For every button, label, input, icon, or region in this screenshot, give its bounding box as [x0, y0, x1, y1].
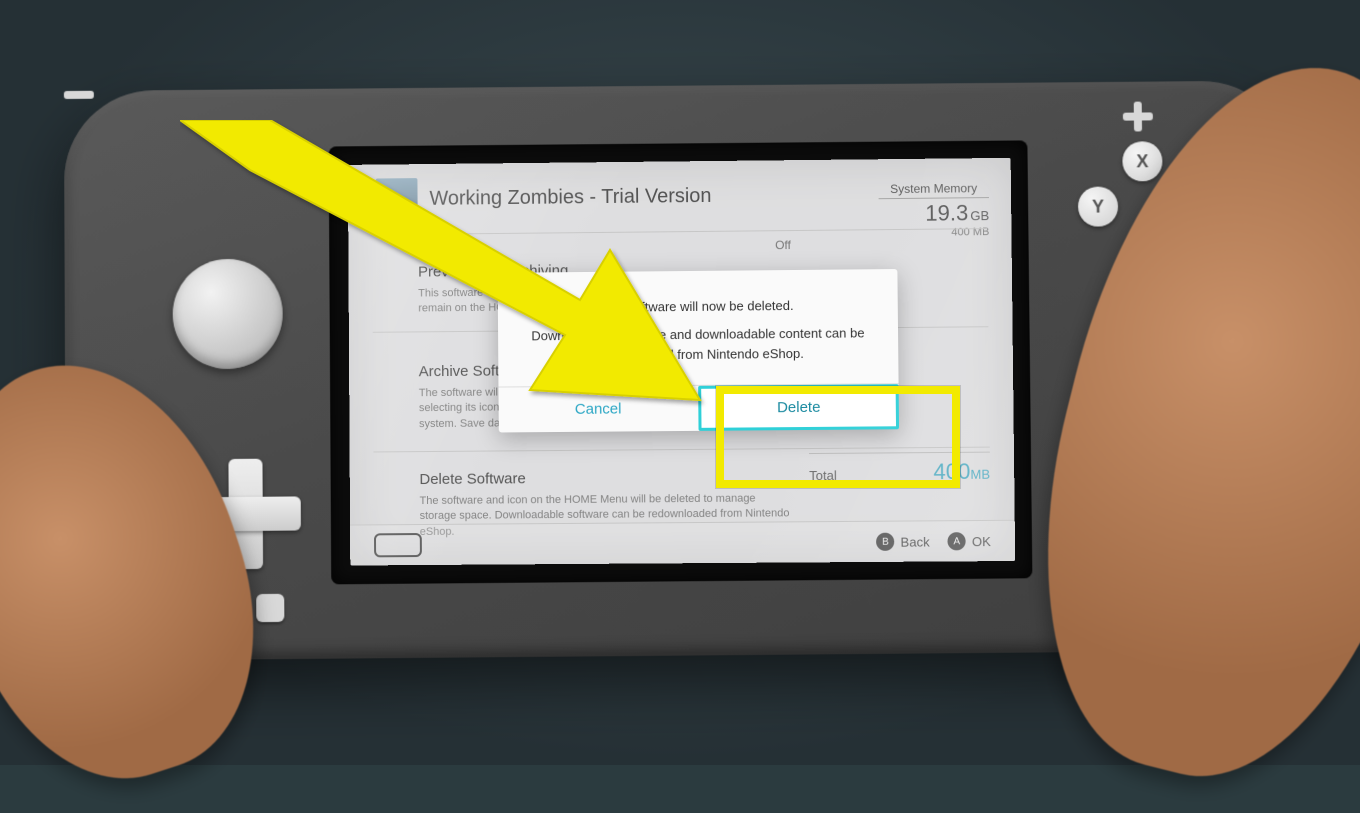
delete-confirm-dialog: The software will now be deleted. Downlo…: [498, 269, 899, 433]
minus-button[interactable]: [64, 91, 94, 99]
y-button[interactable]: Y: [1078, 186, 1118, 226]
left-stick[interactable]: [172, 259, 283, 370]
dialog-body: The software will now be deleted. Downlo…: [498, 269, 899, 387]
x-button[interactable]: X: [1122, 141, 1162, 181]
plus-button-h: [1123, 112, 1153, 120]
screen: Working Zombies - Trial Version System M…: [348, 158, 1015, 566]
screen-bezel: Working Zombies - Trial Version System M…: [329, 140, 1033, 584]
capture-button[interactable]: [256, 594, 284, 622]
data-management-screen: Working Zombies - Trial Version System M…: [348, 158, 1015, 566]
cancel-button[interactable]: Cancel: [498, 386, 698, 433]
delete-button[interactable]: Delete: [698, 385, 899, 432]
dialog-actions: Cancel Delete: [498, 384, 899, 433]
dialog-line2: Downloadable software and downloadable c…: [526, 323, 870, 366]
